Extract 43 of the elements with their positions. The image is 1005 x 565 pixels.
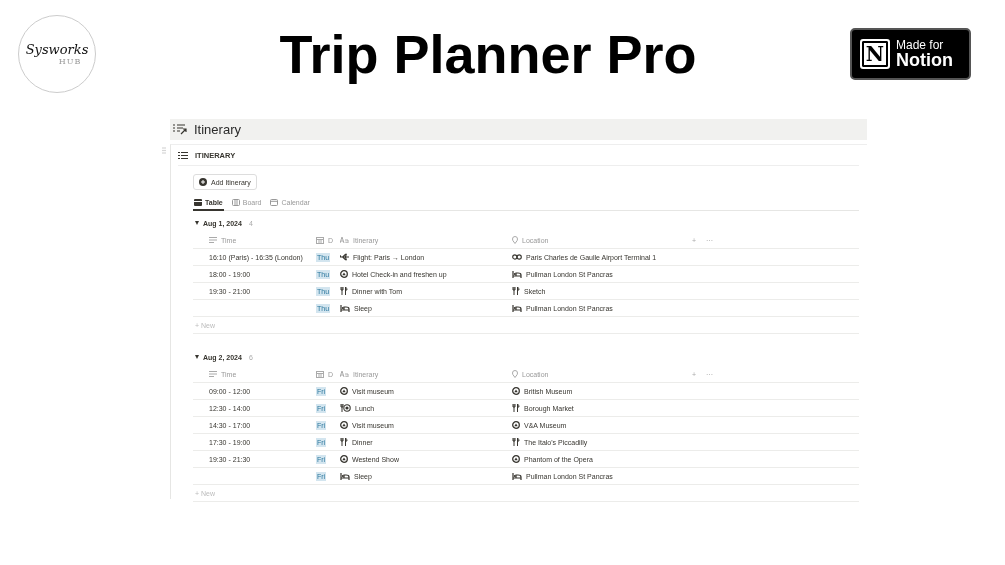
cutlery-icon (512, 404, 520, 412)
page-headline: Trip Planner Pro (279, 23, 697, 85)
table-icon (194, 199, 202, 206)
text-type-icon (340, 237, 349, 243)
landmark-icon (340, 387, 348, 395)
calendar-icon (270, 199, 279, 206)
bed-icon (512, 472, 522, 480)
calendar-icon (316, 236, 324, 244)
list-arrow-icon (173, 124, 188, 135)
plus-circle-icon (199, 178, 207, 186)
cutlery-icon (340, 438, 348, 446)
pin-icon (512, 236, 518, 244)
calendar-icon (316, 370, 324, 378)
cutlery-icon (512, 438, 520, 446)
logo-wordmark: Sysworks (25, 42, 89, 57)
text-type-icon (340, 371, 349, 377)
landmark-icon (512, 421, 520, 429)
notion-mark: N (860, 39, 890, 69)
link-icon (512, 254, 522, 260)
plane-icon (340, 253, 349, 261)
bed-icon (512, 304, 522, 312)
board-icon (231, 199, 240, 206)
logo-subtitle: HUB (58, 57, 82, 66)
bed-icon (340, 472, 350, 480)
cutlery-icon (512, 287, 520, 295)
list-icon (178, 151, 188, 159)
badge-title: Notion (896, 51, 953, 69)
landmark-icon (512, 455, 520, 463)
landmark-icon (340, 421, 348, 429)
lines-icon (209, 371, 217, 377)
landmark-icon (340, 455, 348, 463)
landmark-icon (340, 270, 348, 278)
plate-icon (340, 404, 351, 412)
cutlery-icon (340, 287, 348, 295)
bed-icon (340, 304, 350, 312)
badge-caption: Made for (896, 39, 945, 51)
pin-icon (512, 370, 518, 378)
landmark-icon (512, 387, 520, 395)
toggle-icon[interactable] (195, 355, 199, 359)
lines-icon (209, 237, 217, 243)
bed-icon (512, 270, 522, 278)
toggle-icon[interactable] (195, 221, 199, 225)
page-title: Itinerary (194, 122, 241, 137)
